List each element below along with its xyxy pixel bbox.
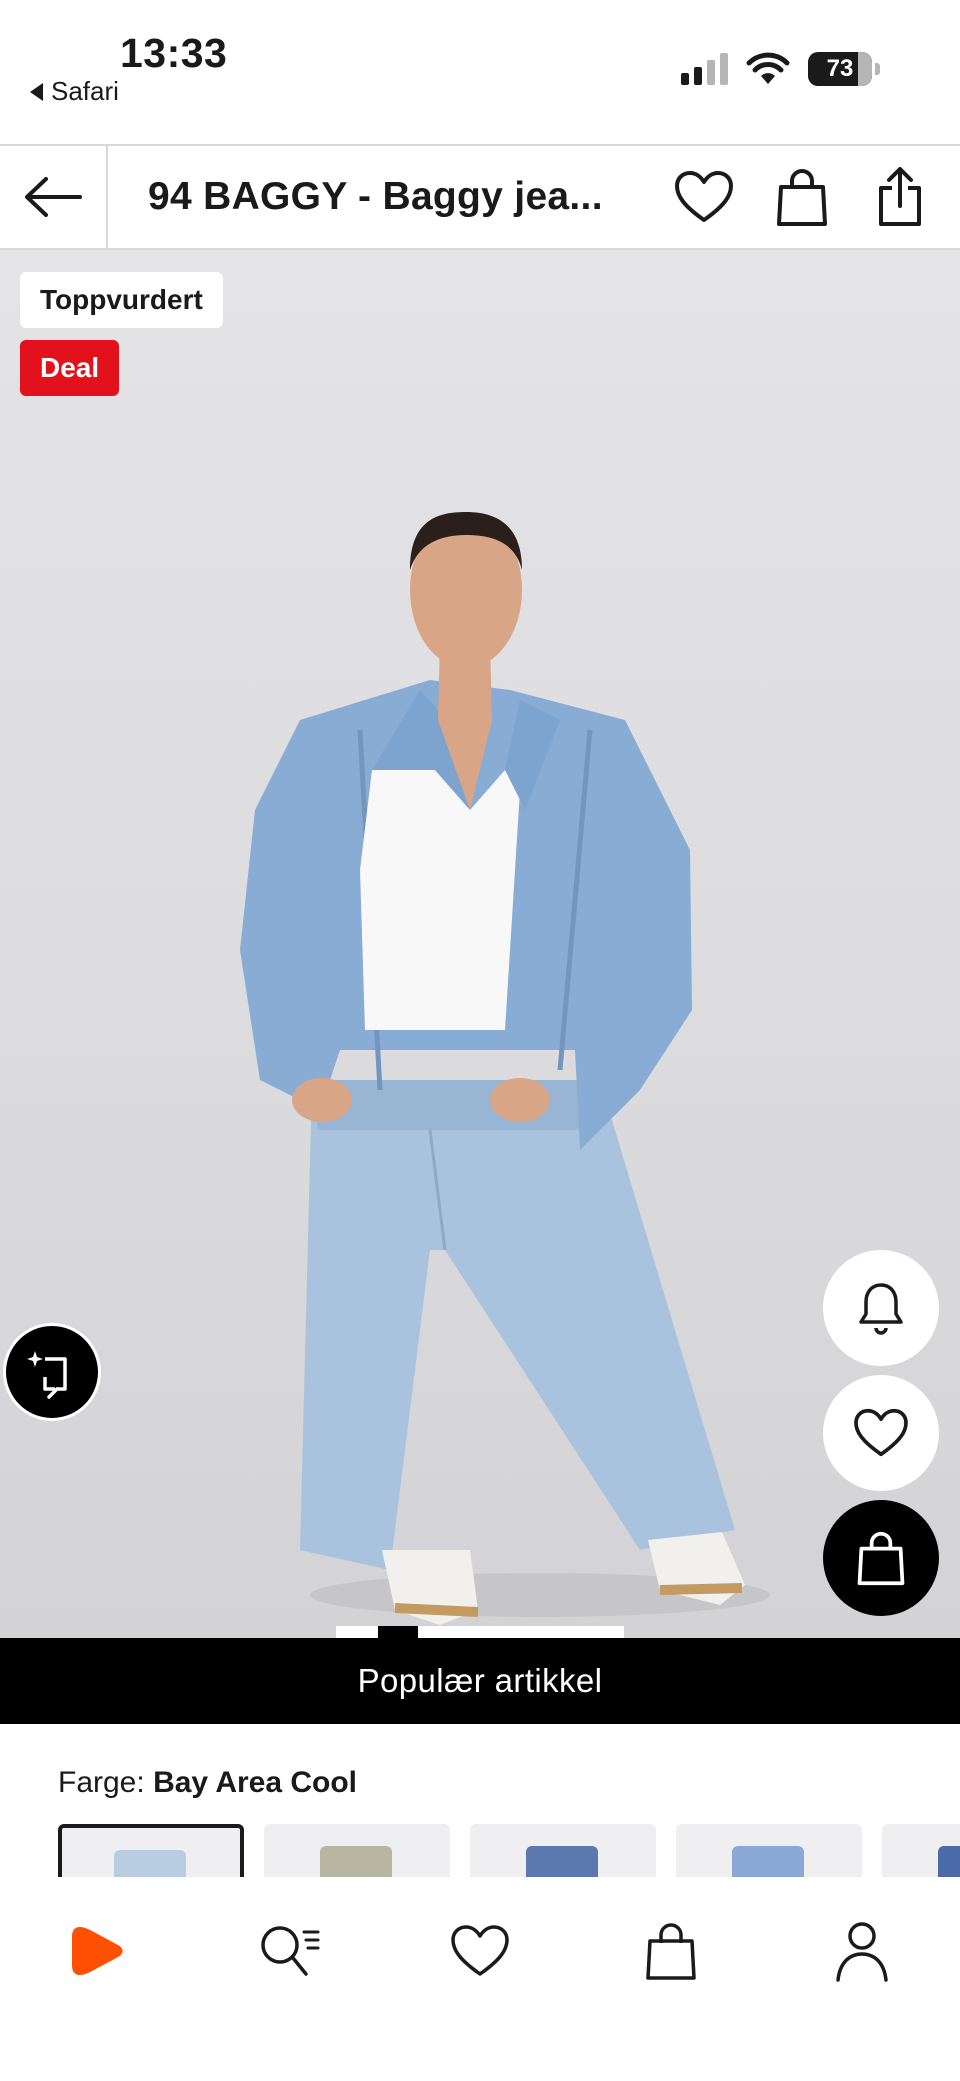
wifi-icon <box>746 52 790 84</box>
popular-article-banner: Populær artikkel <box>0 1638 960 1724</box>
color-label: Farge: Bay Area Cool <box>58 1766 357 1800</box>
color-label-text: Farge: <box>58 1766 145 1799</box>
share-icon <box>879 167 921 226</box>
shopping-bag-icon <box>857 1531 905 1586</box>
add-to-bag-button[interactable] <box>823 1500 939 1616</box>
ai-search-button[interactable] <box>3 1323 101 1421</box>
color-swatch[interactable] <box>58 1824 244 1877</box>
home-logo-icon <box>72 1927 123 1975</box>
status-icons: 73 <box>681 52 880 86</box>
wishlist-icon <box>451 1925 509 1976</box>
color-swatch[interactable] <box>882 1824 960 1877</box>
search-icon <box>261 1926 320 1976</box>
status-time: 13:33 <box>120 30 228 76</box>
selected-color-name: Bay Area Cool <box>153 1766 358 1799</box>
battery-level: 73 <box>826 55 854 82</box>
notify-button[interactable] <box>823 1250 939 1366</box>
nav-home[interactable] <box>58 1911 138 1991</box>
nav-search[interactable] <box>249 1911 329 1991</box>
product-title: 94 BAGGY - Baggy jea... <box>148 175 603 218</box>
color-swatch[interactable] <box>470 1824 656 1877</box>
nav-profile[interactable] <box>822 1911 902 1991</box>
back-app-label: Safari <box>51 76 119 106</box>
color-selector: Farge: Bay Area Cool <box>0 1724 960 1877</box>
heart-icon <box>675 171 733 222</box>
top-rated-badge: Toppvurdert <box>20 272 223 328</box>
back-to-safari[interactable]: Safari <box>30 76 119 107</box>
color-swatch[interactable] <box>676 1824 862 1877</box>
pager-active-indicator <box>378 1626 418 1638</box>
product-header: 94 BAGGY - Baggy jea... <box>0 144 960 250</box>
bag-button[interactable] <box>772 167 832 227</box>
nav-bag[interactable] <box>631 1911 711 1991</box>
color-swatch[interactable] <box>264 1824 450 1877</box>
bottom-navigation <box>0 1877 960 2081</box>
status-bar: 13:33 Safari 73 <box>0 0 960 144</box>
bell-icon <box>859 1283 903 1335</box>
battery-icon: 73 <box>808 52 872 86</box>
shopping-bag-icon <box>777 169 827 226</box>
back-button[interactable] <box>0 146 108 248</box>
product-image-carousel[interactable]: Toppvurdert Deal <box>0 250 960 1638</box>
wishlist-button[interactable] <box>674 167 734 227</box>
share-button[interactable] <box>870 167 930 227</box>
nav-wishlist[interactable] <box>440 1911 520 1991</box>
color-swatches <box>58 1824 960 1877</box>
deal-badge: Deal <box>20 340 120 396</box>
profile-icon <box>836 1922 888 1982</box>
model-photo <box>240 512 770 1625</box>
back-triangle-icon <box>30 82 43 101</box>
signal-icon <box>681 53 728 85</box>
back-arrow-icon <box>25 177 82 217</box>
image-pager[interactable] <box>336 1626 624 1638</box>
floating-wishlist-button[interactable] <box>823 1375 939 1491</box>
bag-icon <box>646 1923 696 1980</box>
heart-icon <box>854 1408 908 1457</box>
ai-search-icon <box>27 1351 67 1399</box>
